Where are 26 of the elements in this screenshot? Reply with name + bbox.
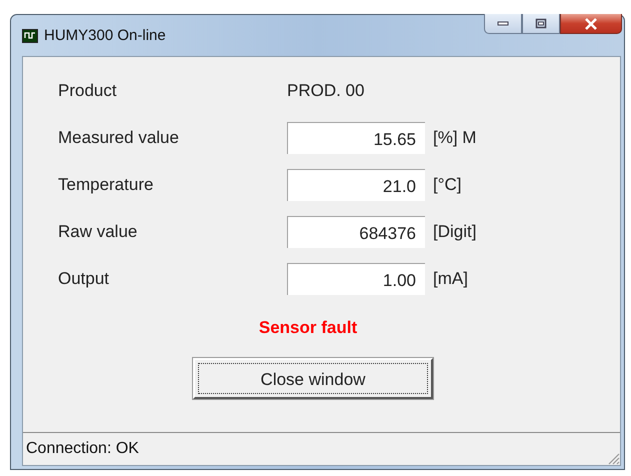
minimize-button[interactable] bbox=[484, 14, 522, 34]
error-message: Sensor fault bbox=[258, 318, 358, 338]
unit-label: [°C] bbox=[433, 174, 462, 194]
field-label: Product bbox=[58, 80, 118, 100]
close-icon bbox=[584, 18, 598, 30]
unit-label: [Digit] bbox=[433, 222, 476, 242]
value-field[interactable]: 21.0 bbox=[287, 168, 425, 200]
value-field[interactable]: 15.65 bbox=[287, 122, 425, 154]
unit-label: [%] M bbox=[433, 128, 476, 148]
value-field[interactable]: 684376 bbox=[287, 216, 425, 248]
window-title: HUMY300 On-line bbox=[44, 27, 166, 44]
field-label: Measured value bbox=[58, 128, 180, 148]
resize-grip-icon bbox=[606, 451, 620, 465]
close-button[interactable] bbox=[560, 14, 622, 34]
maximize-icon bbox=[535, 18, 547, 29]
close-window-button[interactable]: Close window bbox=[193, 358, 433, 399]
minimize-icon bbox=[497, 20, 509, 26]
app-icon bbox=[22, 28, 38, 42]
field-label: Output bbox=[58, 268, 110, 288]
field-label: Raw value bbox=[58, 222, 138, 242]
field-label: Temperature bbox=[58, 174, 154, 194]
unit-label: [mA] bbox=[433, 268, 468, 288]
value-field[interactable]: 1.00 bbox=[287, 262, 425, 294]
status-text: Connection: OK bbox=[26, 440, 139, 458]
product-value: PROD. 00 bbox=[287, 80, 364, 100]
maximize-button[interactable] bbox=[522, 14, 560, 34]
